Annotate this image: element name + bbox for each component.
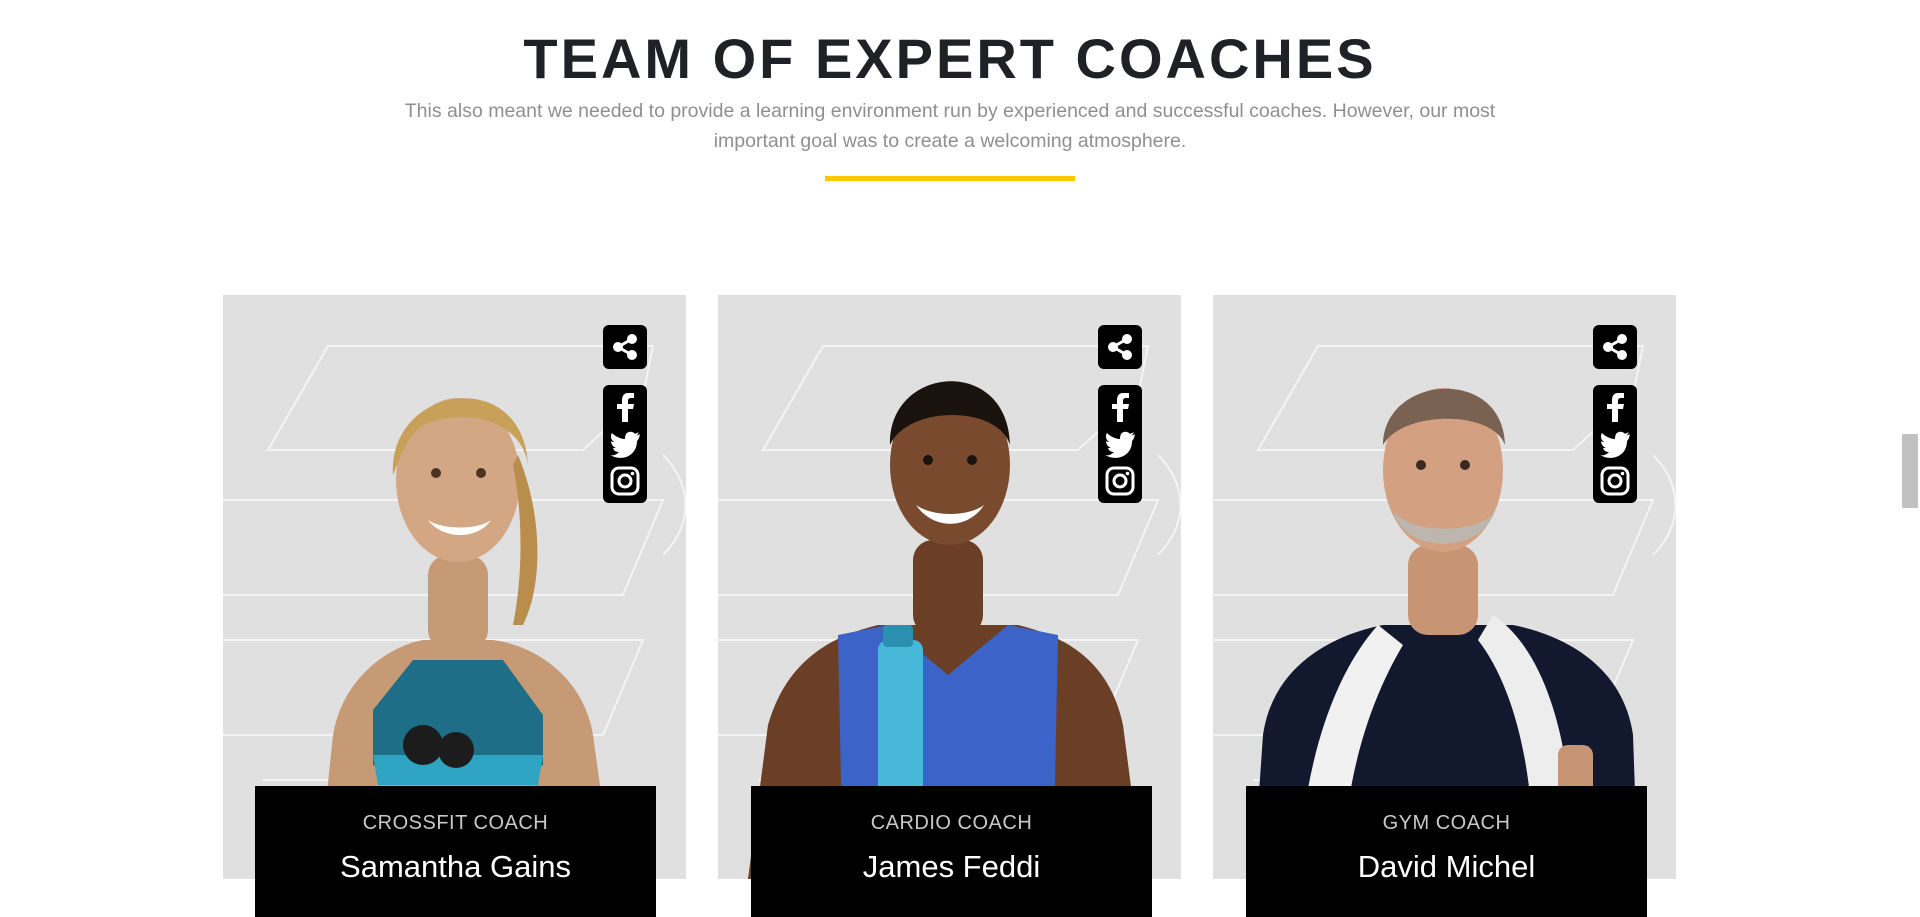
instagram-icon[interactable] <box>607 464 643 498</box>
share-button[interactable] <box>1593 325 1637 369</box>
share-button[interactable] <box>1098 325 1142 369</box>
social-links <box>603 385 647 503</box>
coach-nameplate[interactable]: GYM COACH David Michel <box>1246 786 1647 917</box>
twitter-icon[interactable] <box>1102 427 1138 461</box>
coach-role: GYM COACH <box>1382 812 1511 834</box>
subtitle-line-2: important goal was to create a welcoming… <box>713 130 1187 152</box>
coach-role: CROSSFIT COACH <box>362 812 549 834</box>
section-title: TEAM OF EXPERT COACHES <box>523 27 1377 90</box>
twitter-icon[interactable] <box>607 427 643 461</box>
instagram-icon[interactable] <box>1102 464 1138 498</box>
share-button[interactable] <box>603 325 647 369</box>
share-icon <box>1108 334 1132 360</box>
facebook-icon[interactable] <box>1102 390 1138 424</box>
coach-name[interactable]: David Michel <box>1246 849 1647 885</box>
subtitle-line-1: This also meant we needed to provide a l… <box>404 100 1496 122</box>
section-subtitle: This also meant we needed to provide a l… <box>385 96 1515 156</box>
share-icon <box>1603 334 1627 360</box>
facebook-icon[interactable] <box>607 390 643 424</box>
coach-name[interactable]: Samantha Gains <box>255 849 656 885</box>
social-links <box>1593 385 1637 503</box>
coach-nameplate[interactable]: CROSSFIT COACH Samantha Gains <box>255 786 656 917</box>
facebook-icon[interactable] <box>1597 390 1633 424</box>
share-icon <box>613 334 637 360</box>
twitter-icon[interactable] <box>1597 427 1633 461</box>
coach-name[interactable]: James Feddi <box>751 849 1152 885</box>
coach-role: CARDIO COACH <box>870 812 1033 834</box>
instagram-icon[interactable] <box>1597 464 1633 498</box>
social-links <box>1098 385 1142 503</box>
scrollbar-thumb[interactable] <box>1902 434 1918 508</box>
coach-nameplate[interactable]: CARDIO COACH James Feddi <box>751 786 1152 917</box>
title-underline <box>825 176 1075 181</box>
